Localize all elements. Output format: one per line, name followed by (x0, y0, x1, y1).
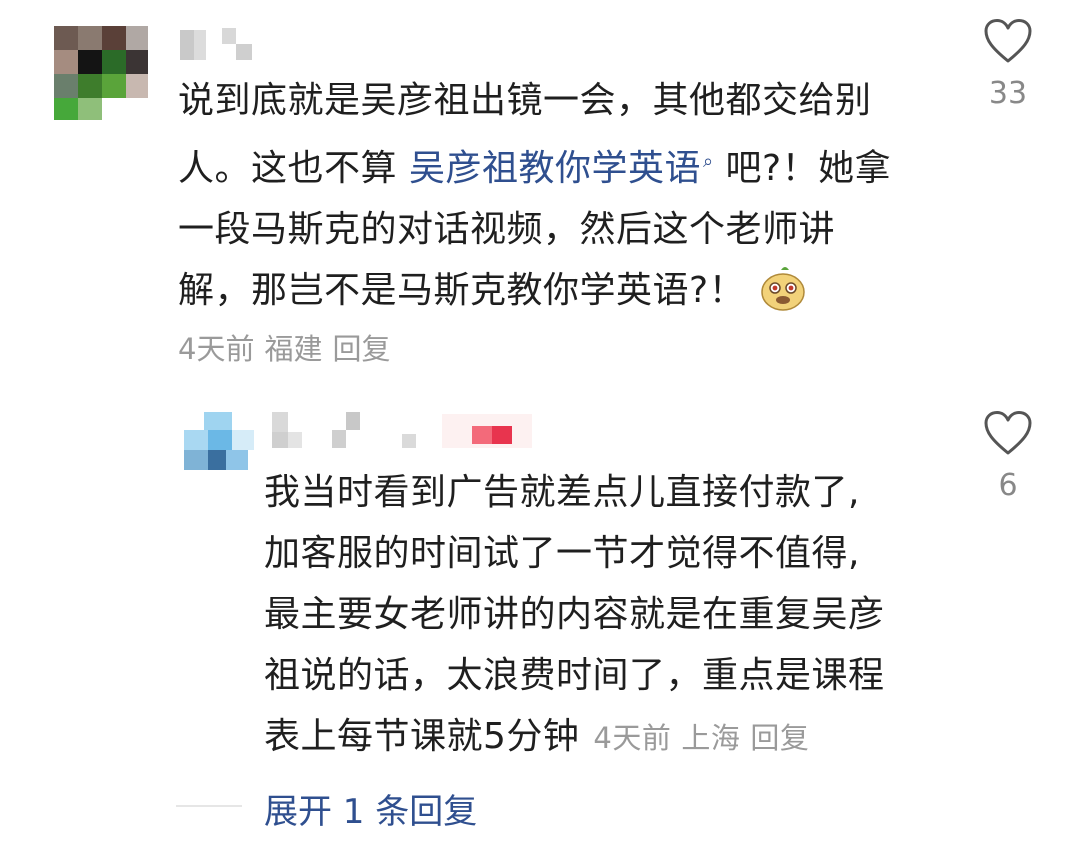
comment-1-meta: 4天前 福建 回复 (178, 326, 400, 368)
divider (176, 805, 242, 807)
like-button[interactable]: 6 (968, 410, 1048, 503)
like-count: 33 (988, 76, 1028, 111)
heart-icon[interactable] (983, 18, 1033, 64)
comment-text-line: 说到底就是吴彦祖出镜一会，其他都交给别 (178, 80, 872, 121)
timestamp: 4天前 (178, 332, 255, 366)
like-button[interactable]: 33 (968, 18, 1048, 111)
heart-icon[interactable] (983, 410, 1033, 456)
comment-text-line: 人。这也不算 (178, 148, 409, 189)
sticker-emoji-icon (761, 267, 805, 311)
comment-text-line: 最主要女老师讲的内容就是在重复吴彦 (264, 594, 885, 635)
reply-button[interactable]: 回复 (332, 332, 390, 366)
comment-text-line: 一段马斯克的对话视频，然后这个老师讲 (178, 209, 836, 250)
username[interactable] (180, 28, 260, 64)
timestamp: 4天前 (593, 721, 672, 755)
comment-text-line: 我当时看到广告就差点儿直接付款了, (264, 472, 860, 513)
avatar[interactable] (54, 26, 148, 120)
like-count: 6 (998, 468, 1018, 503)
username[interactable] (272, 410, 542, 452)
comment-1-text: 说到底就是吴彦祖出镜一会，其他都交给别 人。这也不算 吴彦祖教你学英语 ⌕ 吧?！… (178, 70, 891, 321)
comment-text-line: 表上每节课就5分钟 (264, 716, 580, 757)
comment-text-line: 吧?！她拿 (713, 148, 892, 189)
avatar[interactable] (184, 412, 260, 470)
comment-text-line: 祖说的话，太浪费时间了，重点是课程 (264, 655, 885, 696)
search-keyword-link[interactable]: 吴彦祖教你学英语 (409, 148, 701, 189)
search-icon[interactable]: ⌕ (703, 151, 714, 172)
location: 福建 (264, 332, 323, 366)
expand-replies-button[interactable]: 展开 1 条回复 (264, 784, 477, 833)
location: 上海 (681, 721, 741, 755)
comment-text-line: 解，那岂不是马斯克教你学英语?！ (178, 270, 746, 311)
comment-2-meta: 4天前 上海 回复 (593, 721, 819, 755)
reply-button[interactable]: 回复 (750, 721, 809, 755)
comment-text-line: 加客服的时间试了一节才觉得不值得, (264, 533, 860, 574)
comment-2-text: 我当时看到广告就差点儿直接付款了, 加客服的时间试了一节才觉得不值得, 最主要女… (264, 462, 885, 769)
